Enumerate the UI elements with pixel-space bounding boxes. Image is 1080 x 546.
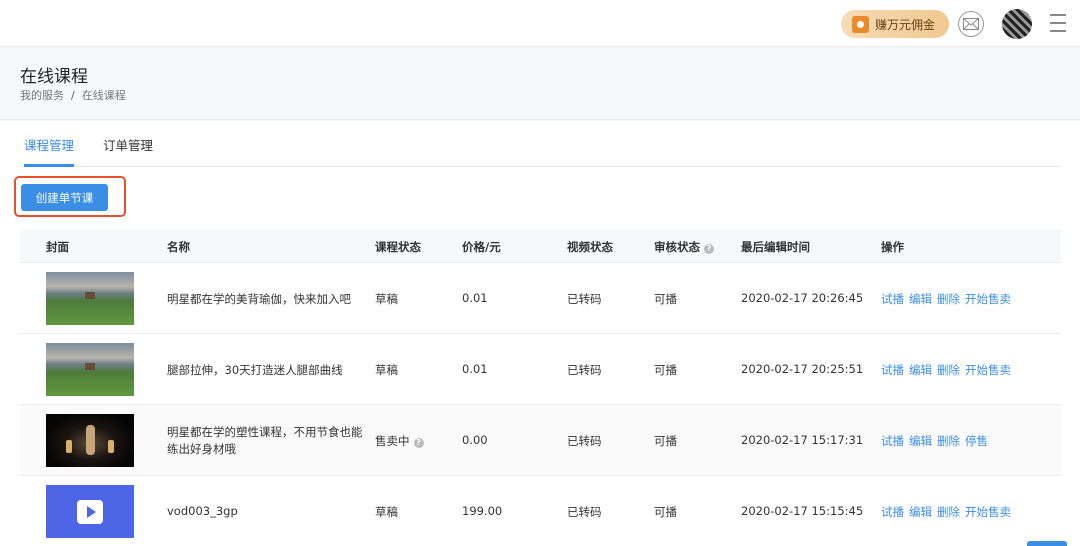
- review-status: 可播: [654, 363, 677, 377]
- column-price: 价格/元: [462, 240, 501, 254]
- course-status: 草稿: [375, 363, 398, 377]
- commission-promo-button[interactable]: 赚万元佣金: [841, 10, 949, 38]
- delete-link[interactable]: 删除: [937, 505, 960, 519]
- course-price: 0.00: [462, 433, 488, 447]
- column-review-status: 审核状态?: [654, 239, 714, 255]
- tab-course-management[interactable]: 课程管理: [24, 135, 74, 154]
- row-actions: 试播 编辑 删除 开始售卖: [881, 504, 1016, 520]
- breadcrumb-item-current: 在线课程: [81, 89, 126, 102]
- top-bar: 赚万元佣金: [0, 0, 1080, 47]
- play-icon: [77, 499, 103, 524]
- active-tab-indicator: [24, 164, 74, 167]
- tab-order-management[interactable]: 订单管理: [103, 135, 153, 154]
- course-cover-image[interactable]: [46, 414, 134, 467]
- promo-label: 赚万元佣金: [875, 17, 936, 32]
- table-row: 明星都在学的美背瑜伽，快来加入吧 草稿 0.01 已转码 可播 2020-02-…: [20, 263, 1061, 334]
- column-review-status-label: 审核状态: [654, 240, 700, 254]
- course-status: 售卖中?: [375, 433, 424, 449]
- start-selling-link[interactable]: 开始售卖: [965, 292, 1011, 306]
- course-name: 明星都在学的塑性课程，不用节食也能练出好身材哦: [167, 425, 363, 456]
- column-actions: 操作: [881, 240, 904, 254]
- video-status: 已转码: [567, 363, 602, 377]
- preview-link[interactable]: 试播: [881, 434, 904, 448]
- breadcrumb-separator: /: [71, 89, 75, 102]
- video-status: 已转码: [567, 434, 602, 448]
- tab-bar: 课程管理 订单管理: [20, 121, 1061, 167]
- breadcrumb: 我的服务 / 在线课程: [20, 87, 126, 103]
- row-actions: 试播 编辑 删除 开始售卖: [881, 291, 1016, 307]
- help-icon[interactable]: ?: [704, 244, 714, 254]
- course-cover-image[interactable]: [46, 485, 134, 538]
- row-actions: 试播 编辑 删除 停售: [881, 433, 993, 449]
- course-price: 0.01: [462, 362, 488, 376]
- course-table: 封面 名称 课程状态 价格/元 视频状态 审核状态? 最后编辑时间 操作 明星都…: [20, 229, 1061, 546]
- last-edited-time: 2020-02-17 20:25:51: [741, 362, 864, 376]
- last-edited-time: 2020-02-17 15:17:31: [741, 433, 864, 447]
- delete-link[interactable]: 删除: [937, 363, 960, 377]
- video-status: 已转码: [567, 292, 602, 306]
- course-status: 草稿: [375, 505, 398, 519]
- column-course-status: 课程状态: [375, 240, 421, 254]
- course-status-label: 售卖中: [375, 434, 410, 448]
- course-status: 草稿: [375, 292, 398, 306]
- review-status: 可播: [654, 434, 677, 448]
- start-selling-link[interactable]: 开始售卖: [965, 363, 1011, 377]
- main-content: 课程管理 订单管理 创建单节课 封面 名称 课程状态 价格/元 视频状态 审核状…: [0, 121, 1080, 546]
- course-name: 明星都在学的美背瑜伽，快来加入吧: [167, 292, 351, 306]
- row-actions: 试播 编辑 删除 开始售卖: [881, 362, 1016, 378]
- table-row: 腿部拉伸，30天打造迷人腿部曲线 草稿 0.01 已转码 可播 2020-02-…: [20, 334, 1061, 405]
- user-avatar[interactable]: [1002, 9, 1032, 39]
- edit-link[interactable]: 编辑: [909, 434, 932, 448]
- course-cover-image[interactable]: [46, 272, 134, 325]
- preview-link[interactable]: 试播: [881, 505, 904, 519]
- preview-link[interactable]: 试播: [881, 363, 904, 377]
- last-edited-time: 2020-02-17 20:26:45: [741, 291, 864, 305]
- course-name: vod003_3gp: [167, 504, 238, 518]
- column-video-status: 视频状态: [567, 240, 613, 254]
- delete-link[interactable]: 删除: [937, 292, 960, 306]
- hamburger-menu-icon[interactable]: [1050, 14, 1066, 32]
- table-row: vod003_3gp 草稿 199.00 已转码 可播 2020-02-17 1…: [20, 476, 1061, 546]
- column-name: 名称: [167, 240, 190, 254]
- create-single-lesson-button[interactable]: 创建单节课: [21, 184, 108, 211]
- mail-icon[interactable]: [958, 11, 984, 37]
- table-row: 明星都在学的塑性课程，不用节食也能练出好身材哦 售卖中? 0.00 已转码 可播…: [20, 405, 1061, 476]
- last-edited-time: 2020-02-17 15:15:45: [741, 504, 864, 518]
- review-status: 可播: [654, 505, 677, 519]
- floating-action-button[interactable]: [1027, 541, 1067, 546]
- breadcrumb-item-services[interactable]: 我的服务: [20, 89, 64, 102]
- page-header: 在线课程 我的服务 / 在线课程: [0, 48, 1080, 120]
- edit-link[interactable]: 编辑: [909, 505, 932, 519]
- stop-selling-link[interactable]: 停售: [965, 434, 988, 448]
- review-status: 可播: [654, 292, 677, 306]
- delete-link[interactable]: 删除: [937, 434, 960, 448]
- edit-link[interactable]: 编辑: [909, 363, 932, 377]
- course-cover-image[interactable]: [46, 343, 134, 396]
- start-selling-link[interactable]: 开始售卖: [965, 505, 1011, 519]
- coin-icon: [852, 15, 869, 33]
- course-price: 0.01: [462, 291, 488, 305]
- help-icon[interactable]: ?: [413, 438, 424, 448]
- page-title: 在线课程: [20, 67, 88, 87]
- video-status: 已转码: [567, 505, 602, 519]
- preview-link[interactable]: 试播: [881, 292, 904, 306]
- column-cover: 封面: [46, 240, 69, 254]
- edit-link[interactable]: 编辑: [909, 292, 932, 306]
- course-price: 199.00: [462, 504, 503, 518]
- course-name: 腿部拉伸，30天打造迷人腿部曲线: [167, 363, 343, 377]
- column-last-edited: 最后编辑时间: [741, 240, 810, 254]
- table-header: 封面 名称 课程状态 价格/元 视频状态 审核状态? 最后编辑时间 操作: [20, 229, 1061, 263]
